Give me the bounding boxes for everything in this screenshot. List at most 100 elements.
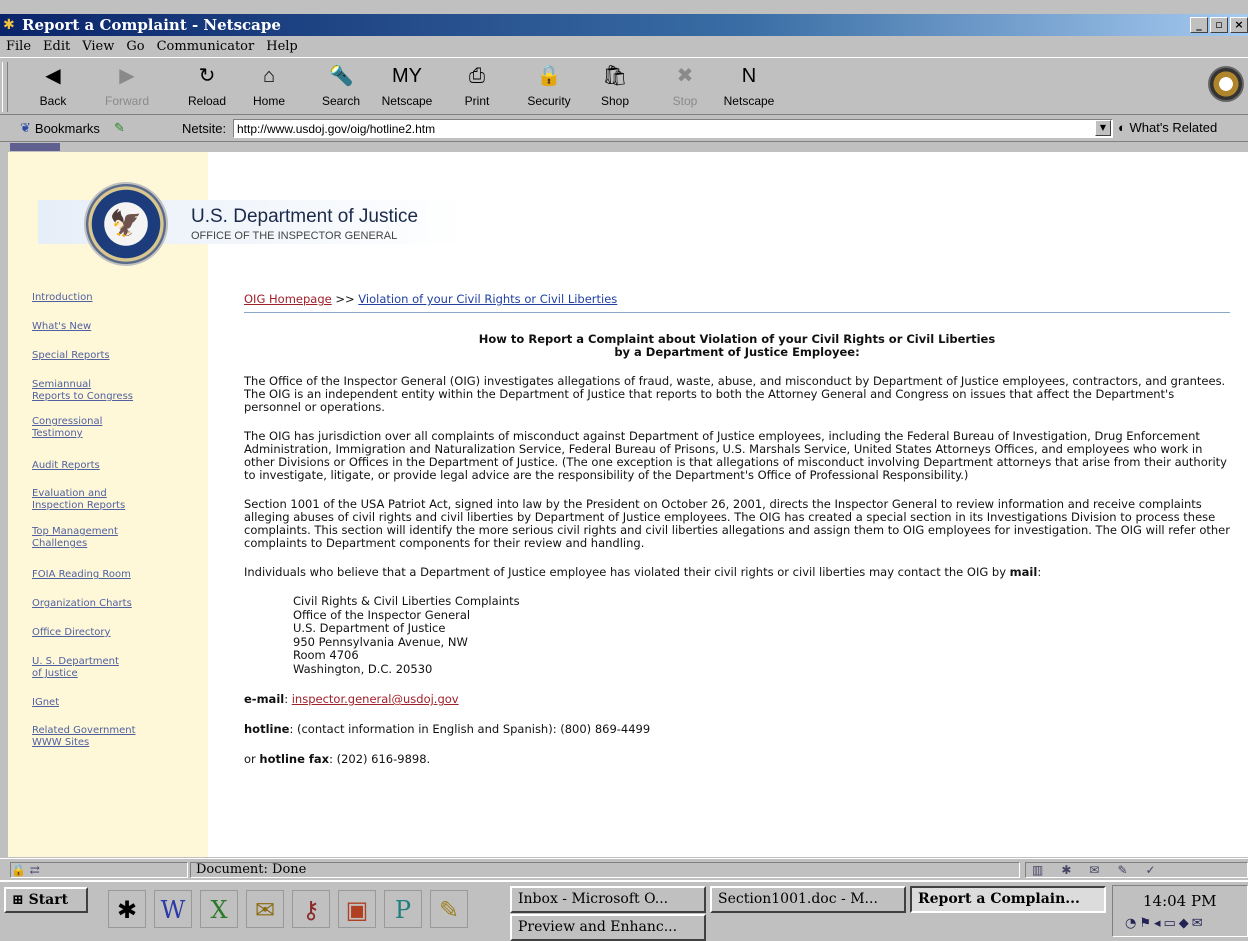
netsite-label: Netsite:: [182, 121, 227, 136]
start-button[interactable]: ⊞ Start: [4, 887, 88, 913]
publisher-quicklaunch-icon[interactable]: P: [384, 890, 422, 928]
sidebar-link-u-s-department-of-justice[interactable]: U. S. Department of Justice: [32, 656, 119, 680]
home-icon: ⌂: [262, 65, 276, 87]
stop-icon: ✖: [676, 65, 694, 87]
tray-icons[interactable]: ◔⚑◂▭◆✉: [1125, 916, 1206, 931]
outlook-quicklaunch-icon[interactable]: ✉: [246, 890, 284, 928]
sidebar-link-introduction[interactable]: Introduction: [32, 292, 93, 304]
eagle-icon: 🦅: [109, 209, 143, 239]
sidebar-link-audit-reports[interactable]: Audit Reports: [32, 460, 100, 472]
windows-logo-icon: ⊞: [12, 892, 24, 908]
word-quicklaunch-icon[interactable]: W: [154, 890, 192, 928]
sidebar-link-congressional-testimony[interactable]: Congressional Testimony: [32, 416, 102, 440]
toolbar-print-button-6[interactable]: ⎙ Print: [446, 62, 508, 114]
sidebar-link-foia-reading-room[interactable]: FOIA Reading Room: [32, 569, 131, 581]
security-status-icon[interactable]: 🔒 ⇄: [10, 862, 188, 878]
doj-oig-seal: 🦅: [84, 182, 168, 266]
netscape-icon: MY: [392, 65, 422, 87]
minimize-button[interactable]: _: [1190, 17, 1208, 33]
maximize-button[interactable]: ▫: [1210, 17, 1228, 33]
menu-go[interactable]: Go: [126, 39, 144, 54]
netscape-window: ✱ Report a Complaint - Netscape _ ▫ × Fi…: [0, 0, 1248, 941]
netscape-quicklaunch-icon[interactable]: ✱: [108, 890, 146, 928]
forward-icon: ▶: [119, 65, 135, 87]
toolbar-security-button-7[interactable]: 🔒 Security: [518, 62, 580, 114]
sidebar-link-semiannual-reports-to-congress[interactable]: Semiannual Reports to Congress: [32, 379, 133, 403]
component-bar-icons[interactable]: ▥✱✉✎✓: [1025, 862, 1248, 878]
toolbar-stop-button-9[interactable]: ✖ Stop: [654, 62, 716, 114]
toolbar-forward-button-1[interactable]: ▶ Forward: [96, 62, 158, 114]
menu-help[interactable]: Help: [266, 39, 298, 54]
toolbar-home-button-3[interactable]: ⌂ Home: [238, 62, 300, 114]
shop-icon: 🛍: [602, 65, 628, 87]
sidebar-link-special-reports[interactable]: Special Reports: [32, 350, 110, 362]
breadcrumb-current-link[interactable]: Violation of your Civil Rights or Civil …: [358, 292, 617, 306]
excel-quicklaunch-icon[interactable]: X: [200, 890, 238, 928]
close-button[interactable]: ×: [1230, 17, 1248, 33]
bookmarks-icon: ❦: [20, 120, 31, 135]
mailing-address: Civil Rights & Civil Liberties Complaint…: [293, 594, 520, 676]
netscape-icon: N: [741, 65, 757, 87]
toolbar-reload-button-2[interactable]: ↻ Reload: [176, 62, 238, 114]
status-text: Document: Done: [190, 862, 1020, 878]
sidebar-link-organization-charts[interactable]: Organization Charts: [32, 598, 132, 610]
sidebar-link-what-s-new[interactable]: What's New: [32, 321, 91, 333]
bookmarks-button[interactable]: ❦ Bookmarks ✎: [20, 120, 125, 136]
toolbar-back-button-0[interactable]: ◀ Back: [22, 62, 84, 114]
location-icon: ✎: [113, 120, 125, 135]
menu-edit[interactable]: Edit: [43, 39, 70, 54]
task-section1001-doc[interactable]: Section1001.doc - M...: [710, 886, 906, 913]
menu-view[interactable]: View: [82, 39, 114, 54]
collapsed-toolbar-tab[interactable]: [0, 142, 1248, 152]
menu-communicator[interactable]: Communicator: [157, 39, 255, 54]
title-bar: ✱ Report a Complaint - Netscape _ ▫ ×: [0, 14, 1248, 36]
office-name: OFFICE OF THE INSPECTOR GENERAL: [191, 230, 398, 242]
print-icon: ⎙: [469, 65, 485, 87]
url-input[interactable]: http://www.usdoj.gov/oig/hotline2.htm: [233, 119, 1113, 138]
notepad-quicklaunch-icon[interactable]: ✎: [430, 890, 468, 928]
security-icon: 🔒: [536, 65, 562, 87]
reload-icon: ↻: [198, 65, 216, 87]
toolbar-shop-button-8[interactable]: 🛍 Shop: [584, 62, 646, 114]
sidebar-link-related-government-www-sites[interactable]: Related Government WWW Sites: [32, 725, 136, 749]
sidebar-link-office-directory[interactable]: Office Directory: [32, 627, 110, 639]
windows-taskbar: ⊞ Start ✱ W X ✉ ⚷ ▣ P ✎ Inbox - Microsof…: [0, 880, 1248, 941]
search-icon: 🔦: [328, 65, 354, 87]
task-inbox[interactable]: Inbox - Microsoft O...: [510, 886, 706, 913]
paragraph-patriot-act: Section 1001 of the USA Patriot Act, sig…: [244, 497, 1230, 550]
menu-file[interactable]: File: [6, 39, 31, 54]
sidebar-link-top-management-challenges[interactable]: Top Management Challenges: [32, 526, 118, 550]
toolbar-netscape-button-10[interactable]: N Netscape: [718, 62, 780, 114]
sidebar-link-evaluation-and-inspection-reports[interactable]: Evaluation and Inspection Reports: [32, 488, 125, 512]
paragraph-jurisdiction: The OIG has jurisdiction over all compla…: [244, 429, 1227, 482]
main-content: OIG Homepage >> Violation of your Civil …: [244, 292, 1230, 766]
toolbar-grip[interactable]: [2, 62, 8, 112]
clock: 14:04 PM: [1143, 892, 1217, 910]
sidebar-link-ignet[interactable]: IGnet: [32, 697, 59, 709]
whats-related-button[interactable]: ◐ What's Related: [1118, 120, 1217, 135]
task-report-complaint[interactable]: Report a Complain...: [910, 886, 1106, 913]
back-icon: ◀: [45, 65, 61, 87]
powerpoint-quicklaunch-icon[interactable]: ▣: [338, 890, 376, 928]
system-tray: 14:04 PM ◔⚑◂▭◆✉: [1112, 885, 1248, 937]
netscape-app-icon: ✱: [3, 17, 15, 33]
breadcrumb: OIG Homepage >> Violation of your Civil …: [244, 292, 1230, 313]
access-quicklaunch-icon[interactable]: ⚷: [292, 890, 330, 928]
oig-homepage-link[interactable]: OIG Homepage: [244, 292, 332, 306]
url-dropdown-arrow[interactable]: ▼: [1095, 120, 1111, 136]
status-bar: 🔒 ⇄ Document: Done ▥✱✉✎✓: [0, 858, 1248, 880]
navigation-toolbar: ◀ Back ▶ Forward ↻ Reload ⌂ Home 🔦 Search MY Netsca…: [0, 57, 1248, 115]
email-link[interactable]: inspector.general@usdoj.gov: [292, 692, 459, 706]
page-heading: How to Report a Complaint about Violatio…: [478, 332, 996, 359]
doj-seal-icon[interactable]: [1208, 66, 1244, 102]
window-title: Report a Complaint - Netscape: [22, 16, 281, 34]
toolbar-search-button-4[interactable]: 🔦 Search: [310, 62, 372, 114]
menu-bar: File Edit View Go Communicator Help: [0, 36, 1248, 56]
web-page: 🦅 U.S. Department of Justice OFFICE OF T…: [8, 152, 1248, 857]
department-name: U.S. Department of Justice: [191, 206, 419, 227]
task-preview-enhance[interactable]: Preview and Enhanc...: [510, 914, 706, 941]
breadcrumb-separator: >>: [335, 292, 355, 306]
toolbar-netscape-button-5[interactable]: MY Netscape: [376, 62, 438, 114]
email-line: e-mail: inspector.general@usdoj.gov: [244, 692, 459, 706]
whats-related-icon: ◐: [1118, 120, 1126, 135]
